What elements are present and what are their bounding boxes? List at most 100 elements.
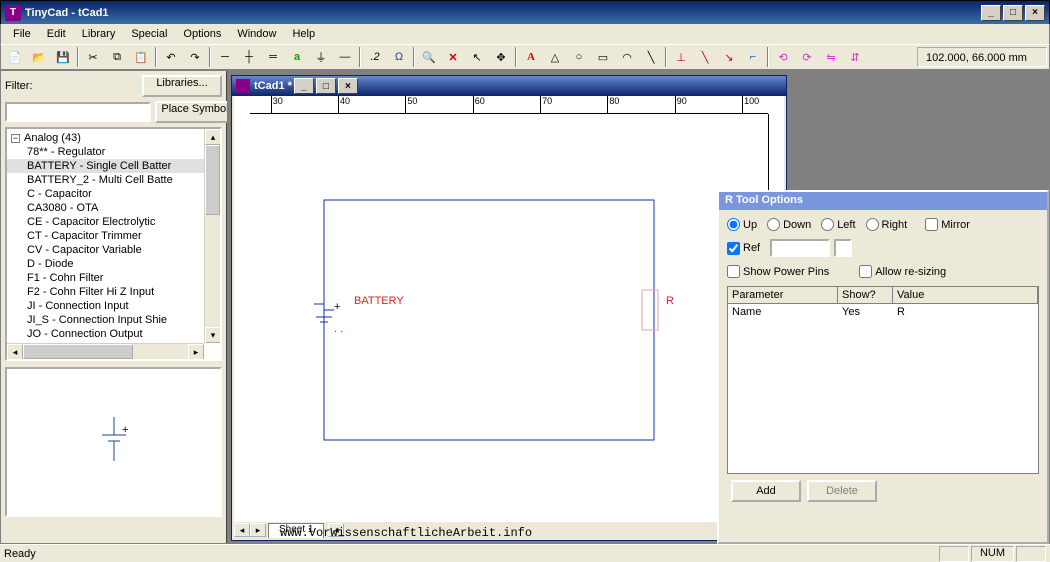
- menu-library[interactable]: Library: [74, 26, 124, 42]
- menu-help[interactable]: Help: [284, 26, 323, 42]
- tree-item[interactable]: CE - Capacitor Electrolytic: [7, 215, 220, 229]
- rect-icon[interactable]: ▭: [592, 46, 614, 68]
- rotate-right-icon[interactable]: ⟳: [796, 46, 818, 68]
- junction-icon[interactable]: ┼: [238, 46, 260, 68]
- tree-item[interactable]: JO - Connection Output: [7, 327, 220, 341]
- param-grid[interactable]: Name Yes R: [727, 304, 1039, 474]
- flip-v-icon[interactable]: ⇵: [844, 46, 866, 68]
- doc-minimize-button[interactable]: _: [294, 78, 314, 94]
- dir-left-radio[interactable]: Left: [821, 218, 855, 231]
- menu-special[interactable]: Special: [123, 26, 175, 42]
- menubar: File Edit Library Special Options Window…: [0, 24, 1050, 44]
- origin-icon[interactable]: ⊥: [670, 46, 692, 68]
- ruler-horizontal: 30 40 50 60 70 80 90 100: [250, 96, 768, 114]
- symbol-icon[interactable]: Ω: [388, 46, 410, 68]
- tree-item[interactable]: CV - Capacitor Variable: [7, 243, 220, 257]
- menu-options[interactable]: Options: [175, 26, 229, 42]
- statusbar: Ready NUM: [0, 544, 1050, 562]
- maximize-button[interactable]: □: [1003, 5, 1023, 21]
- doc-title-text: tCad1 *: [254, 80, 292, 92]
- delete-button[interactable]: Delete: [807, 480, 877, 502]
- status-pane: [939, 546, 969, 562]
- ruler-icon[interactable]: ╲: [694, 46, 716, 68]
- close-button[interactable]: ×: [1025, 5, 1045, 21]
- arc-icon[interactable]: ◠: [616, 46, 638, 68]
- pointer-icon[interactable]: ↖: [466, 46, 488, 68]
- resistor-label: R: [666, 295, 674, 307]
- schematic-canvas[interactable]: + BATTERY . . R: [234, 114, 768, 522]
- dir-down-radio[interactable]: Down: [767, 218, 811, 231]
- net-icon[interactable]: a: [286, 46, 308, 68]
- tree-item[interactable]: JI_S - Connection Input Shie: [7, 313, 220, 327]
- tree-hscroll[interactable]: ◂ ▸: [7, 343, 204, 359]
- move-icon[interactable]: ✥: [490, 46, 512, 68]
- ref-input[interactable]: [770, 239, 830, 257]
- tree-category[interactable]: −Analog (43): [7, 131, 220, 145]
- open-icon[interactable]: 📂: [28, 46, 50, 68]
- libraries-button[interactable]: Libraries...: [142, 75, 222, 97]
- sheet-next-button[interactable]: ▸: [250, 523, 266, 537]
- hierarchy-icon[interactable]: ⌐: [742, 46, 764, 68]
- tree-item[interactable]: D - Diode: [7, 257, 220, 271]
- battery-preview-icon: +: [94, 417, 134, 467]
- dir-right-radio[interactable]: Right: [866, 218, 908, 231]
- tool-title[interactable]: R Tool Options: [719, 192, 1047, 210]
- circle-icon[interactable]: ○: [568, 46, 590, 68]
- document-window: tCad1 * _ □ × 30 40 50 60 70 80 90 100: [231, 75, 787, 541]
- filter-input[interactable]: [5, 102, 151, 122]
- undo-icon[interactable]: ↶: [160, 46, 182, 68]
- tree-item[interactable]: 78** - Regulator: [7, 145, 220, 159]
- noconnect-icon[interactable]: —: [334, 46, 356, 68]
- svg-text:+: +: [334, 301, 340, 313]
- copy-icon[interactable]: ⧉: [106, 46, 128, 68]
- filter-label: Filter:: [5, 80, 55, 92]
- save-icon[interactable]: 💾: [52, 46, 74, 68]
- tree-vscroll[interactable]: ▴ ▾: [204, 129, 220, 343]
- menu-file[interactable]: File: [5, 26, 39, 42]
- show-power-check[interactable]: Show Power Pins: [727, 265, 829, 278]
- tree-item[interactable]: BATTERY_2 - Multi Cell Batte: [7, 173, 220, 187]
- ref-suffix-input[interactable]: [834, 239, 852, 257]
- allow-resize-check[interactable]: Allow re-sizing: [859, 265, 946, 278]
- tree-item[interactable]: CT - Capacitor Trimmer: [7, 229, 220, 243]
- zoom-icon[interactable]: 🔍: [418, 46, 440, 68]
- symbol-tree[interactable]: −Analog (43) 78** - Regulator BATTERY - …: [5, 127, 222, 361]
- sheet-prev-button[interactable]: ◂: [234, 523, 250, 537]
- symbol-preview: +: [5, 367, 222, 517]
- param-row[interactable]: Name Yes R: [728, 304, 1038, 320]
- wire-icon[interactable]: ─: [214, 46, 236, 68]
- triangle-icon[interactable]: △: [544, 46, 566, 68]
- text-icon[interactable]: A: [520, 46, 542, 68]
- place-symbol-button[interactable]: Place Symbol: [155, 101, 235, 123]
- ref-check[interactable]: Ref: [727, 242, 760, 255]
- tree-item[interactable]: C - Capacitor: [7, 187, 220, 201]
- tree-item[interactable]: BATTERY - Single Cell Batter: [7, 159, 220, 173]
- add-button[interactable]: Add: [731, 480, 801, 502]
- power-icon[interactable]: ⏚: [310, 46, 332, 68]
- tree-item[interactable]: F2 - Cohn Filter Hi Z Input: [7, 285, 220, 299]
- tree-item[interactable]: F1 - Cohn Filter: [7, 271, 220, 285]
- paste-icon[interactable]: 📋: [130, 46, 152, 68]
- redo-icon[interactable]: ↷: [184, 46, 206, 68]
- doc-maximize-button[interactable]: □: [316, 78, 336, 94]
- menu-window[interactable]: Window: [229, 26, 284, 42]
- cut-icon[interactable]: ✂: [82, 46, 104, 68]
- bus-icon[interactable]: ═: [262, 46, 284, 68]
- workspace: Filter: Libraries... Place Symbol −Analo…: [0, 70, 1050, 544]
- flip-h-icon[interactable]: ⇋: [820, 46, 842, 68]
- rotate-left-icon[interactable]: ⟲: [772, 46, 794, 68]
- document-titlebar[interactable]: tCad1 * _ □ ×: [232, 76, 786, 96]
- tree-item[interactable]: CA3080 - OTA: [7, 201, 220, 215]
- menu-edit[interactable]: Edit: [39, 26, 74, 42]
- measure-icon[interactable]: ↘: [718, 46, 740, 68]
- mirror-check[interactable]: Mirror: [925, 218, 970, 231]
- doc-close-button[interactable]: ×: [338, 78, 358, 94]
- dir-up-radio[interactable]: Up: [727, 218, 757, 231]
- status-num: NUM: [971, 546, 1014, 562]
- delete-icon[interactable]: ✕: [442, 46, 464, 68]
- line-icon[interactable]: ╲: [640, 46, 662, 68]
- tree-item[interactable]: JI - Connection Input: [7, 299, 220, 313]
- minimize-button[interactable]: _: [981, 5, 1001, 21]
- label-icon[interactable]: .2: [364, 46, 386, 68]
- new-icon[interactable]: 📄: [4, 46, 26, 68]
